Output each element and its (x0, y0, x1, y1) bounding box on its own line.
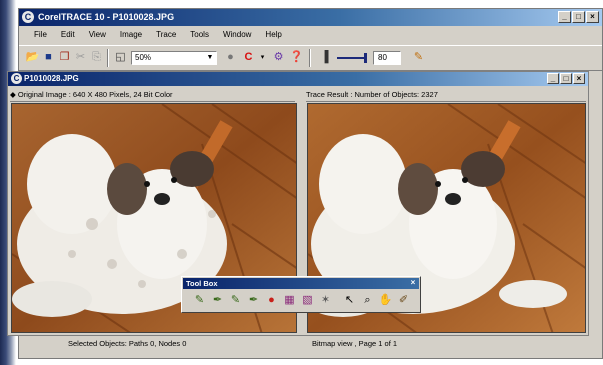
menu-bar: File Edit View Image Trace Tools Window … (19, 27, 602, 43)
trace-pen-icon[interactable]: ✎ (192, 293, 207, 308)
toolbar-separator (107, 49, 109, 67)
main-toolbar: 📂 ■ ❐ ✂ ⎘ ◱ 50% ▼ ● C ▾ ⚙ ❓ ▐ 80 ✎ (19, 45, 602, 71)
close-icon[interactable]: × (408, 278, 418, 288)
document-icon[interactable]: C (11, 73, 22, 84)
sketch-icon[interactable]: ✶ (318, 293, 333, 308)
maximize-button[interactable]: □ (572, 11, 585, 23)
menu-image[interactable]: Image (113, 27, 149, 43)
document-titlebar[interactable]: C P1010028.JPG _ □ × (8, 72, 588, 86)
trace-pen-icon[interactable]: ✎ (228, 293, 243, 308)
zoom-icon[interactable]: ⌕ (360, 293, 375, 308)
status-view-page: Bitmap view , Page 1 of 1 (312, 339, 398, 348)
zoom-level-select[interactable]: 50% ▼ (131, 51, 217, 65)
minimize-button[interactable]: _ (558, 11, 571, 23)
woodcut-icon[interactable]: ▧ (300, 293, 315, 308)
pan-hand-icon[interactable]: ✋ (378, 293, 393, 308)
tool-box-palette: Tool Box × ✎ ✒ ✎ ✒ ● ▦ ▧ ✶ ↖ ⌕ ✋ ✐ (181, 276, 421, 313)
minimize-button[interactable]: _ (547, 73, 559, 84)
slider-handle[interactable] (364, 53, 367, 63)
zoom-icon[interactable]: ◱ (113, 50, 128, 65)
chevron-down-icon[interactable]: ▾ (255, 50, 270, 65)
menu-tools[interactable]: Tools (183, 27, 216, 43)
chevron-down-icon[interactable]: ▼ (205, 53, 215, 63)
detail-slider[interactable] (337, 53, 367, 63)
copy-icon[interactable]: ⎘ (89, 50, 104, 65)
toolbar-separator (309, 49, 311, 67)
close-button[interactable]: × (573, 73, 585, 84)
menu-window[interactable]: Window (216, 27, 258, 43)
trace-pen-icon[interactable]: ✒ (210, 293, 225, 308)
menu-help[interactable]: Help (258, 27, 288, 43)
pen-icon[interactable]: ✎ (411, 50, 426, 65)
stop-icon[interactable]: ● (223, 50, 238, 65)
app-window-controls: _ □ × (558, 11, 599, 23)
tool-box-titlebar[interactable]: Tool Box × (183, 278, 419, 289)
trace-pen-icon[interactable]: ✒ (246, 293, 261, 308)
app-title: CorelTRACE 10 - P1010028.JPG (38, 12, 175, 22)
close-button[interactable]: × (586, 11, 599, 23)
trace-options-icon[interactable]: ⚙ (271, 50, 286, 65)
trace-result-header: Trace Result : Number of Objects: 2327 (306, 89, 586, 102)
menu-trace[interactable]: Trace (149, 27, 183, 43)
document-title: P1010028.JPG (24, 74, 79, 83)
trace-color-icon[interactable]: C (241, 50, 256, 65)
tool-box-title: Tool Box (186, 279, 218, 288)
smoothing-icon[interactable]: ▐ (317, 50, 332, 65)
app-titlebar[interactable]: C CorelTRACE 10 - P1010028.JPG _ □ × (19, 9, 602, 26)
original-image-label: Original Image : 640 X 480 Pixels, 24 Bi… (17, 90, 173, 99)
slider-track (337, 57, 367, 59)
menu-edit[interactable]: Edit (54, 27, 82, 43)
export-icon[interactable]: ❐ (57, 50, 72, 65)
open-folder-icon[interactable]: 📂 (25, 50, 40, 65)
save-icon[interactable]: ■ (41, 50, 56, 65)
cut-icon[interactable]: ✂ (73, 50, 88, 65)
pointer-icon[interactable]: ↖ (342, 293, 357, 308)
status-bar: Selected Objects: Paths 0, Nodes 0 Bitma… (18, 338, 603, 350)
menu-view[interactable]: View (82, 27, 113, 43)
menu-file[interactable]: File (27, 27, 54, 43)
color-trace-icon[interactable]: ● (264, 293, 279, 308)
pane-dot-icon: ◆ (10, 90, 16, 99)
eyedropper-icon[interactable]: ✐ (396, 293, 411, 308)
help-pointer-icon[interactable]: ❓ (289, 50, 304, 65)
detail-value-field[interactable]: 80 (373, 51, 401, 65)
corel-app-icon[interactable]: C (22, 11, 34, 23)
mosaic-icon[interactable]: ▦ (282, 293, 297, 308)
document-window-controls: _ □ × (547, 73, 585, 84)
zoom-level-value: 50% (135, 53, 152, 62)
status-selected-objects: Selected Objects: Paths 0, Nodes 0 (68, 339, 187, 348)
original-image-header: ◆ Original Image : 640 X 480 Pixels, 24 … (10, 89, 295, 102)
maximize-button[interactable]: □ (560, 73, 572, 84)
trace-result-label: Trace Result : Number of Objects: 2327 (306, 90, 438, 99)
